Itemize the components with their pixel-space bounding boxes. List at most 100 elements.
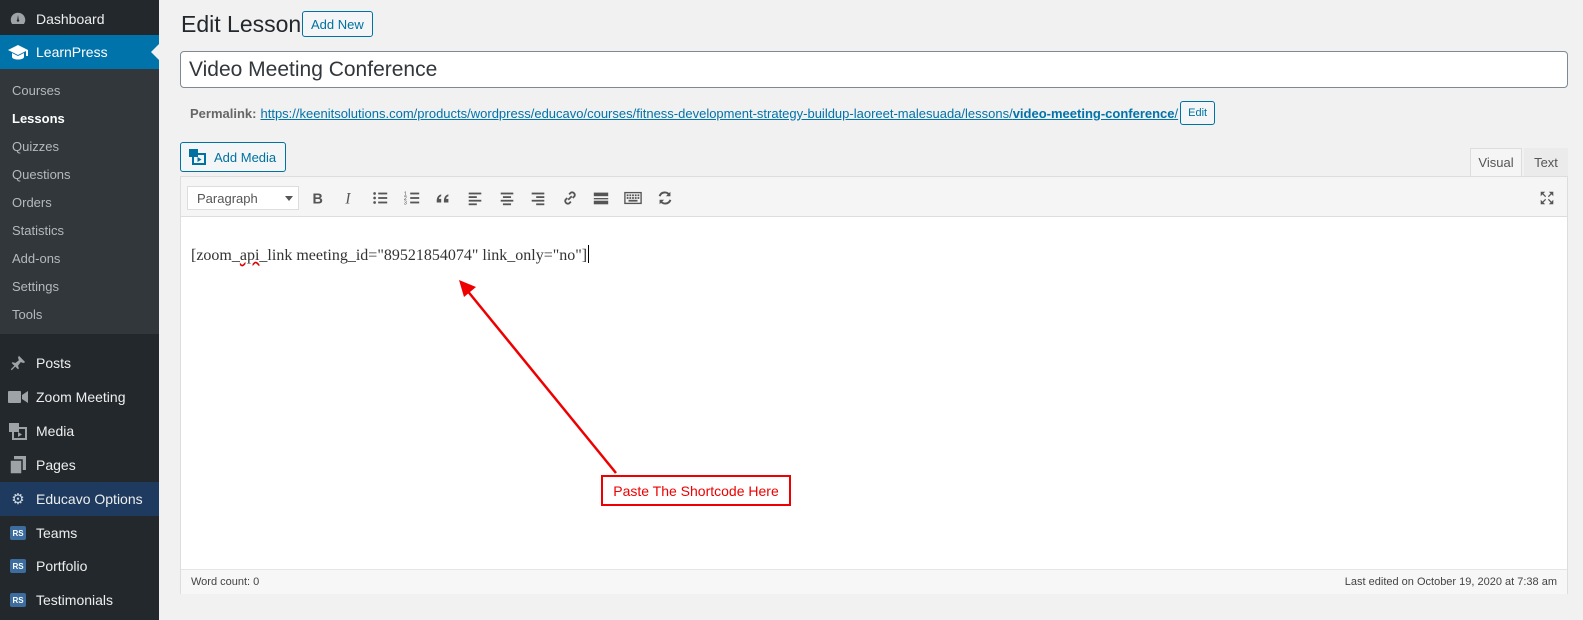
page-title: Edit Lesson	[181, 11, 302, 37]
bullet-list-icon	[373, 192, 388, 204]
align-center-icon	[500, 192, 514, 206]
pin-icon	[8, 353, 28, 373]
menu-teams[interactable]: RS Teams	[0, 516, 159, 550]
pages-icon	[8, 455, 28, 475]
format-select[interactable]: Paragraph	[187, 186, 299, 210]
bold-button[interactable]: B	[304, 185, 330, 211]
admin-sidebar: Dashboard LearnPress Courses Lessons Qui…	[0, 0, 159, 620]
menu-label: LearnPress	[36, 44, 108, 60]
expand-icon	[1540, 191, 1554, 205]
permalink-label: Permalink:	[190, 105, 257, 121]
bullet-list-button[interactable]	[367, 185, 393, 211]
gear-icon: ⚙	[11, 491, 25, 508]
menu-dashboard[interactable]: Dashboard	[0, 2, 159, 36]
svg-text:I: I	[344, 190, 351, 207]
menu-zoom-meeting[interactable]: Zoom Meeting	[0, 380, 159, 414]
menu-portfolio[interactable]: RS Portfolio	[0, 549, 159, 583]
submenu-courses[interactable]: Courses	[12, 83, 60, 98]
keyboard-icon	[624, 191, 642, 205]
dashboard-icon	[8, 9, 28, 29]
submenu-addons[interactable]: Add-ons	[12, 251, 60, 266]
menu-label: Portfolio	[36, 558, 88, 574]
insert-link-button[interactable]	[557, 185, 583, 211]
word-count: Word count: 0	[191, 576, 260, 588]
menu-label: Teams	[36, 525, 78, 541]
refresh-icon	[658, 191, 672, 205]
rs-badge: RS	[10, 526, 26, 540]
annotation-callout: Paste The Shortcode Here	[601, 475, 791, 506]
read-more-button[interactable]	[588, 185, 614, 211]
last-edited: Last edited on October 19, 2020 at 7:38 …	[1344, 576, 1557, 588]
media-icon	[8, 421, 28, 441]
numbered-list-button[interactable]: 123	[399, 185, 425, 211]
graduation-cap-icon	[8, 42, 28, 62]
content-text-end: _link meeting_id="89521854074" link_only…	[259, 247, 588, 264]
post-title-input[interactable]: Video Meeting Conference	[180, 51, 1568, 88]
fullscreen-button[interactable]	[1534, 185, 1560, 211]
permalink-slug: video-meeting-conference	[1012, 105, 1175, 121]
tab-visual[interactable]: Visual	[1470, 148, 1522, 176]
menu-label: Media	[36, 423, 75, 439]
permalink-trailing: /	[1174, 105, 1179, 121]
blockquote-button[interactable]	[430, 185, 456, 211]
menu-media[interactable]: Media	[0, 414, 159, 448]
submenu-tools[interactable]: Tools	[12, 307, 42, 322]
align-center-button[interactable]	[494, 185, 520, 211]
add-media-label: Add Media	[214, 149, 277, 165]
bold-icon: B	[313, 191, 323, 207]
toolbar-toggle-button[interactable]	[620, 185, 646, 211]
editor-content[interactable]: [zoom_api_link meeting_id="89521854074" …	[191, 245, 590, 265]
permalink-link[interactable]: https://keenitsolutions.com/products/wor…	[260, 106, 1178, 121]
rs-badge: RS	[10, 593, 26, 607]
add-new-button[interactable]: Add New	[302, 11, 373, 37]
learnpress-submenu: Courses Lessons Quizzes Questions Orders…	[0, 69, 159, 334]
menu-label: Educavo Options	[36, 491, 143, 507]
menu-testimonials[interactable]: RS Testimonials	[0, 583, 159, 617]
submenu-statistics[interactable]: Statistics	[12, 223, 64, 238]
menu-label: Posts	[36, 355, 72, 371]
tab-text[interactable]: Text	[1524, 148, 1568, 176]
align-left-icon	[468, 192, 482, 206]
italic-icon: I	[344, 190, 351, 207]
content-editor: Paragraph B I 123 [zoom_api_link meeting…	[180, 176, 1568, 594]
menu-pages[interactable]: Pages	[0, 448, 159, 482]
menu-educavo-options[interactable]: ⚙ Educavo Options	[0, 482, 159, 516]
sync-button[interactable]	[652, 185, 678, 211]
align-right-icon	[531, 192, 545, 206]
submenu-orders[interactable]: Orders	[12, 195, 52, 210]
submenu-lessons[interactable]: Lessons	[12, 111, 65, 126]
menu-label: Dashboard	[36, 11, 105, 27]
permalink-row: Permalink: https://keenitsolutions.com/p…	[190, 101, 1216, 125]
add-media-button[interactable]: Add Media	[180, 142, 286, 172]
content-text-start: [zoom_	[191, 247, 240, 264]
chevron-down-icon	[285, 196, 293, 205]
format-select-value: Paragraph	[197, 190, 258, 206]
link-icon	[564, 191, 576, 205]
menu-learnpress[interactable]: LearnPress	[0, 35, 159, 69]
rs-badge-icon: RS	[8, 523, 28, 543]
permalink-base: https://keenitsolutions.com/products/wor…	[260, 105, 1013, 121]
align-right-button[interactable]	[525, 185, 551, 211]
menu-label: Zoom Meeting	[36, 389, 126, 405]
rs-badge-icon: RS	[8, 590, 28, 610]
submenu-settings[interactable]: Settings	[12, 279, 59, 294]
align-left-button[interactable]	[462, 185, 488, 211]
quote-icon	[436, 194, 449, 203]
numbered-list-icon: 123	[404, 191, 420, 206]
rs-badge: RS	[10, 559, 26, 573]
submenu-quizzes[interactable]: Quizzes	[12, 139, 59, 154]
misspelled-word: api	[239, 247, 260, 264]
text-cursor	[588, 245, 590, 263]
editor-status-bar: Word count: 0 Last edited on October 19,…	[181, 569, 1567, 594]
submenu-questions[interactable]: Questions	[12, 167, 71, 182]
menu-label: Testimonials	[36, 592, 114, 608]
rs-badge-icon: RS	[8, 556, 28, 576]
permalink-edit-button[interactable]: Edit	[1180, 101, 1216, 125]
svg-text:B: B	[313, 191, 323, 207]
video-camera-icon	[8, 387, 28, 407]
editor-toolbar: Paragraph B I 123	[181, 177, 1567, 217]
menu-label: Pages	[36, 457, 76, 473]
svg-text:3: 3	[404, 200, 407, 206]
menu-posts[interactable]: Posts	[0, 346, 159, 380]
italic-button[interactable]: I	[336, 185, 362, 211]
